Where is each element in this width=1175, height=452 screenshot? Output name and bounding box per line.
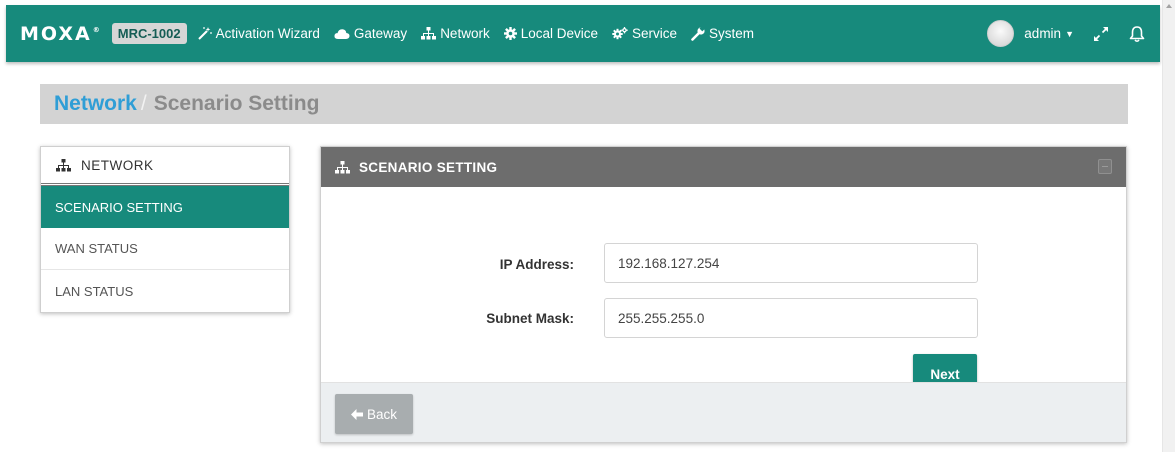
arrow-left-icon [350,408,363,420]
breadcrumb-separator: / [140,92,147,115]
sidebar-item-lan-status[interactable]: LAN STATUS [41,270,289,312]
panel-title: SCENARIO SETTING [359,159,498,175]
nav-label: System [709,26,755,41]
nav-local-device[interactable]: Local Device [503,26,598,41]
subnet-mask-input[interactable] [604,298,978,338]
scenario-setting-panel: SCENARIO SETTING IP Address: Subnet Mask… [320,146,1127,443]
logo-text: MOXA [20,22,92,45]
sidebar-item-wan-status[interactable]: WAN STATUS [41,228,289,270]
bell-icon[interactable] [1128,25,1146,43]
breadcrumb-current: Scenario Setting [153,92,320,115]
back-button[interactable]: Back [335,394,413,434]
collapse-button[interactable] [1098,159,1112,174]
user-area: admin ▼ [987,20,1146,47]
nav-label: Network [440,26,490,41]
ip-address-label: IP Address: [499,257,574,272]
wrench-icon [691,26,706,41]
sidebar-item-label: WAN STATUS [55,241,138,256]
caret-down-icon: ▼ [1065,28,1074,39]
scroll-up-arrow-icon[interactable] [1166,4,1172,8]
breadcrumb-network-link[interactable]: Network [54,92,137,116]
top-navbar: MOXA® MRC-1002 Activation Wizard Gateway [6,5,1160,62]
back-label: Back [366,406,397,422]
nav-label: Service [632,26,678,41]
ip-address-input[interactable] [604,243,978,283]
sidebar-title: NETWORK [81,157,154,173]
page-scrollbar[interactable] [1162,0,1175,452]
breadcrumb: Network / Scenario Setting [40,84,1128,124]
avatar[interactable] [987,20,1015,47]
main-nav: Activation Wizard Gateway Network Local … [197,26,768,41]
panel-body: IP Address: Subnet Mask: Next [321,187,1126,394]
sidebar-item-label: LAN STATUS [55,283,134,299]
gear-icon [503,27,517,40]
subnet-mask-label: Subnet Mask: [486,311,574,326]
panel-footer: Back [321,382,1126,442]
nav-system[interactable]: System [691,26,754,41]
cloud-icon [334,28,350,39]
nav-label: Activation Wizard [215,26,320,41]
nav-network[interactable]: Network [421,26,490,41]
model-badge: MRC-1002 [111,23,187,44]
nav-label: Local Device [520,26,598,41]
moxa-logo[interactable]: MOXA® [20,23,100,45]
user-name: admin [1024,26,1062,41]
panel-header: SCENARIO SETTING [321,147,1126,187]
magic-wand-icon [197,27,212,40]
nav-service[interactable]: Service [612,26,677,41]
sitemap-icon [421,27,437,40]
logo-trademark: ® [92,26,100,35]
sidebar: NETWORK SCENARIO SETTING WAN STATUS LAN … [40,146,290,313]
sidebar-item-scenario-setting[interactable]: SCENARIO SETTING [41,186,289,228]
nav-activation-wizard[interactable]: Activation Wizard [197,26,320,41]
sidebar-header: NETWORK [41,147,289,186]
sidebar-item-label: SCENARIO SETTING [55,199,183,215]
user-menu[interactable]: admin ▼ [1024,26,1074,41]
gears-icon [612,27,628,40]
expand-icon[interactable] [1092,25,1110,43]
nav-label: Gateway [353,26,408,41]
nav-gateway[interactable]: Gateway [334,26,407,41]
sitemap-icon [56,158,71,171]
sitemap-icon [335,160,350,173]
